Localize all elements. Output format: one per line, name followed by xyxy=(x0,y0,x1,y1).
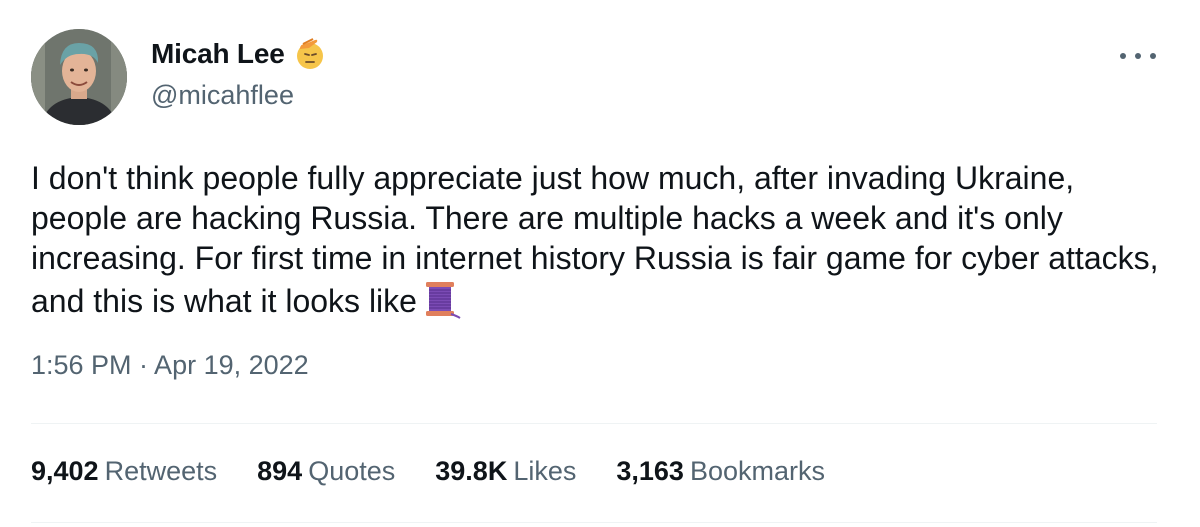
profile-photo xyxy=(31,29,127,125)
tweet-timestamp[interactable]: 1:56 PM · Apr 19, 2022 xyxy=(31,350,309,381)
stat-label: Bookmarks xyxy=(689,456,825,486)
author-name-row: Micah Lee xyxy=(151,36,327,72)
more-options-icon[interactable] xyxy=(1120,44,1156,68)
tweet-text: I don't think people fully appreciate ju… xyxy=(31,158,1171,321)
stat-value: 39.8K xyxy=(435,456,508,486)
stat-label: Quotes xyxy=(308,456,396,486)
stat-bookmarks[interactable]: 3,163 Bookmarks xyxy=(616,456,825,487)
stat-value: 894 xyxy=(257,456,303,486)
dot xyxy=(1135,53,1141,59)
stat-label: Retweets xyxy=(104,456,218,486)
stat-label: Likes xyxy=(513,456,577,486)
divider xyxy=(31,423,1157,424)
saluting-face-icon xyxy=(296,38,323,69)
author-display-name[interactable]: Micah Lee xyxy=(151,38,285,70)
divider xyxy=(31,522,1157,523)
avatar[interactable] xyxy=(31,29,127,125)
author-handle[interactable]: @micahflee xyxy=(151,80,294,111)
stat-retweets[interactable]: 9,402 Retweets xyxy=(31,456,217,487)
stat-value: 9,402 xyxy=(31,456,99,486)
thread-spool-icon xyxy=(425,282,461,319)
dot xyxy=(1150,53,1156,59)
stat-quotes[interactable]: 894 Quotes xyxy=(257,456,395,487)
tweet-body: I don't think people fully appreciate ju… xyxy=(31,160,1159,319)
engagement-stats: 9,402 Retweets 894 Quotes 39.8K Likes 3,163… xyxy=(31,456,865,487)
stat-value: 3,163 xyxy=(616,456,684,486)
dot xyxy=(1120,53,1126,59)
stat-likes[interactable]: 39.8K Likes xyxy=(435,456,576,487)
